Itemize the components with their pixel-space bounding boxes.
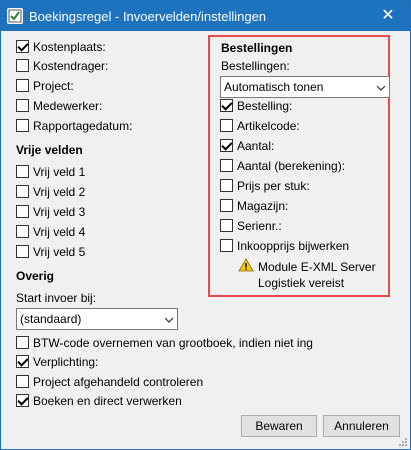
checkbox-label: Kostenplaats: xyxy=(33,40,106,54)
checkbox-box[interactable] xyxy=(16,394,29,407)
checkbox-box[interactable] xyxy=(16,99,29,112)
section-title-bestellingen: Bestellingen xyxy=(221,41,293,55)
warning-line-1: Module E-XML Server xyxy=(258,260,376,274)
warning-icon xyxy=(238,258,254,272)
checkbox-box[interactable] xyxy=(16,245,29,258)
checkbox-box[interactable] xyxy=(16,119,29,132)
checkbox-kostendrager[interactable]: Kostendrager: xyxy=(16,58,108,74)
checkbox-aantal-berekening[interactable]: Aantal (berekening): xyxy=(220,158,345,174)
checkbox-label: Bestelling: xyxy=(237,99,293,113)
checkbox-label: Vrij veld 2 xyxy=(33,185,86,199)
checkbox-verplichting[interactable]: Verplichting: xyxy=(16,354,98,370)
checkbox-box[interactable] xyxy=(16,185,29,198)
checkbox-label: Serienr.: xyxy=(237,219,282,233)
checkbox-label: Inkoopprijs bijwerken xyxy=(237,239,350,253)
cancel-button[interactable]: Annuleren xyxy=(323,415,400,437)
checkbox-box[interactable] xyxy=(16,355,29,368)
checkbox-label: Project afgehandeld controleren xyxy=(33,375,204,389)
checkbox-vrij-veld-4[interactable]: Vrij veld 4 xyxy=(16,224,85,240)
checkbox-btw-code[interactable]: BTW-code overnemen van grootboek, indien… xyxy=(16,335,313,351)
section-title-vrije-velden: Vrije velden xyxy=(16,143,83,157)
checkbox-box[interactable] xyxy=(220,159,233,172)
checkbox-serienr[interactable]: Serienr.: xyxy=(220,218,282,234)
checkbox-prijs-per-stuk[interactable]: Prijs per stuk: xyxy=(220,178,310,194)
checkbox-vrij-veld-5[interactable]: Vrij veld 5 xyxy=(16,244,85,260)
checkbox-vrij-veld-2[interactable]: Vrij veld 2 xyxy=(16,184,85,200)
checkbox-label: Artikelcode: xyxy=(237,119,300,133)
title-bar[interactable]: Boekingsregel - Invoervelden/instellinge… xyxy=(1,1,410,31)
checkbox-box[interactable] xyxy=(220,219,233,232)
checkbox-label: Vrij veld 3 xyxy=(33,205,86,219)
chevron-down-icon xyxy=(165,317,173,323)
checkbox-box[interactable] xyxy=(16,59,29,72)
checkbox-box[interactable] xyxy=(16,375,29,388)
bestellingen-value: Automatisch tonen xyxy=(224,80,324,94)
resize-grip-icon[interactable] xyxy=(398,437,408,447)
checkbox-label: Vrij veld 1 xyxy=(33,165,86,179)
bestellingen-select[interactable]: Automatisch tonen xyxy=(220,76,390,98)
dialog-window: Boekingsregel - Invoervelden/instellinge… xyxy=(0,0,411,450)
start-invoer-select[interactable]: (standaard) xyxy=(16,308,178,330)
checkbox-inkoopprijs[interactable]: Inkoopprijs bijwerken xyxy=(220,238,349,254)
close-button[interactable]: ✕ xyxy=(366,1,410,31)
checkbox-vrij-veld-1[interactable]: Vrij veld 1 xyxy=(16,164,85,180)
chevron-down-icon xyxy=(377,85,385,91)
checkbox-label: Aantal (berekening): xyxy=(237,159,346,173)
section-title-overig: Overig xyxy=(16,269,55,283)
checkbox-box[interactable] xyxy=(16,225,29,238)
checkbox-medewerker[interactable]: Medewerker: xyxy=(16,98,102,114)
checkbox-label: Magazijn: xyxy=(237,199,289,213)
checkbox-box[interactable] xyxy=(16,165,29,178)
checkbox-label: Verplichting: xyxy=(33,355,99,369)
window-title: Boekingsregel - Invoervelden/instellinge… xyxy=(29,9,267,24)
checkbox-label: Kostendrager: xyxy=(33,59,109,73)
checkbox-label: Rapportagedatum: xyxy=(33,119,133,133)
checkbox-box[interactable] xyxy=(16,205,29,218)
checkbox-label: Project: xyxy=(33,79,74,93)
start-invoer-label: Start invoer bij: xyxy=(16,291,97,305)
checkbox-label: Boeken en direct verwerken xyxy=(33,394,182,408)
checkbox-rapportagedatum[interactable]: Rapportagedatum: xyxy=(16,118,132,134)
start-invoer-value: (standaard) xyxy=(20,312,82,326)
checkbox-vrij-veld-3[interactable]: Vrij veld 3 xyxy=(16,204,85,220)
checkbox-box[interactable] xyxy=(16,40,29,53)
warning-line-2: Logistiek vereist xyxy=(258,276,345,290)
checkbox-box[interactable] xyxy=(220,239,233,252)
checkbox-kostenplaats[interactable]: Kostenplaats: xyxy=(16,39,106,55)
checkbox-project-afgehandeld[interactable]: Project afgehandeld controleren xyxy=(16,374,203,390)
checkbox-artikelcode[interactable]: Artikelcode: xyxy=(220,118,300,134)
checkbox-label: Medewerker: xyxy=(33,99,103,113)
checkbox-box[interactable] xyxy=(220,99,233,112)
checkbox-label: Prijs per stuk: xyxy=(237,179,310,193)
checkbox-box[interactable] xyxy=(16,336,29,349)
checkbox-box[interactable] xyxy=(16,79,29,92)
checkbox-box[interactable] xyxy=(220,179,233,192)
checkbox-label: Vrij veld 5 xyxy=(33,245,86,259)
checkbox-magazijn[interactable]: Magazijn: xyxy=(220,198,288,214)
checkbox-label: Aantal: xyxy=(237,139,275,153)
checkbox-bestelling[interactable]: Bestelling: xyxy=(220,98,292,114)
checkbox-label: BTW-code overnemen van grootboek, indien… xyxy=(33,336,313,350)
checkbox-box[interactable] xyxy=(220,139,233,152)
checkbox-boeken-direct[interactable]: Boeken en direct verwerken xyxy=(16,393,182,409)
checkbox-aantal[interactable]: Aantal: xyxy=(220,138,274,154)
checkbox-box[interactable] xyxy=(220,119,233,132)
checkbox-project[interactable]: Project: xyxy=(16,78,74,94)
warning-text: Module E-XML Server Logistiek vereist xyxy=(258,259,376,291)
checkbox-box[interactable] xyxy=(220,199,233,212)
checkbox-label: Vrij veld 4 xyxy=(33,225,86,239)
app-icon xyxy=(7,8,23,24)
bestellingen-label: Bestellingen: xyxy=(221,59,290,73)
save-button[interactable]: Bewaren xyxy=(241,415,317,437)
